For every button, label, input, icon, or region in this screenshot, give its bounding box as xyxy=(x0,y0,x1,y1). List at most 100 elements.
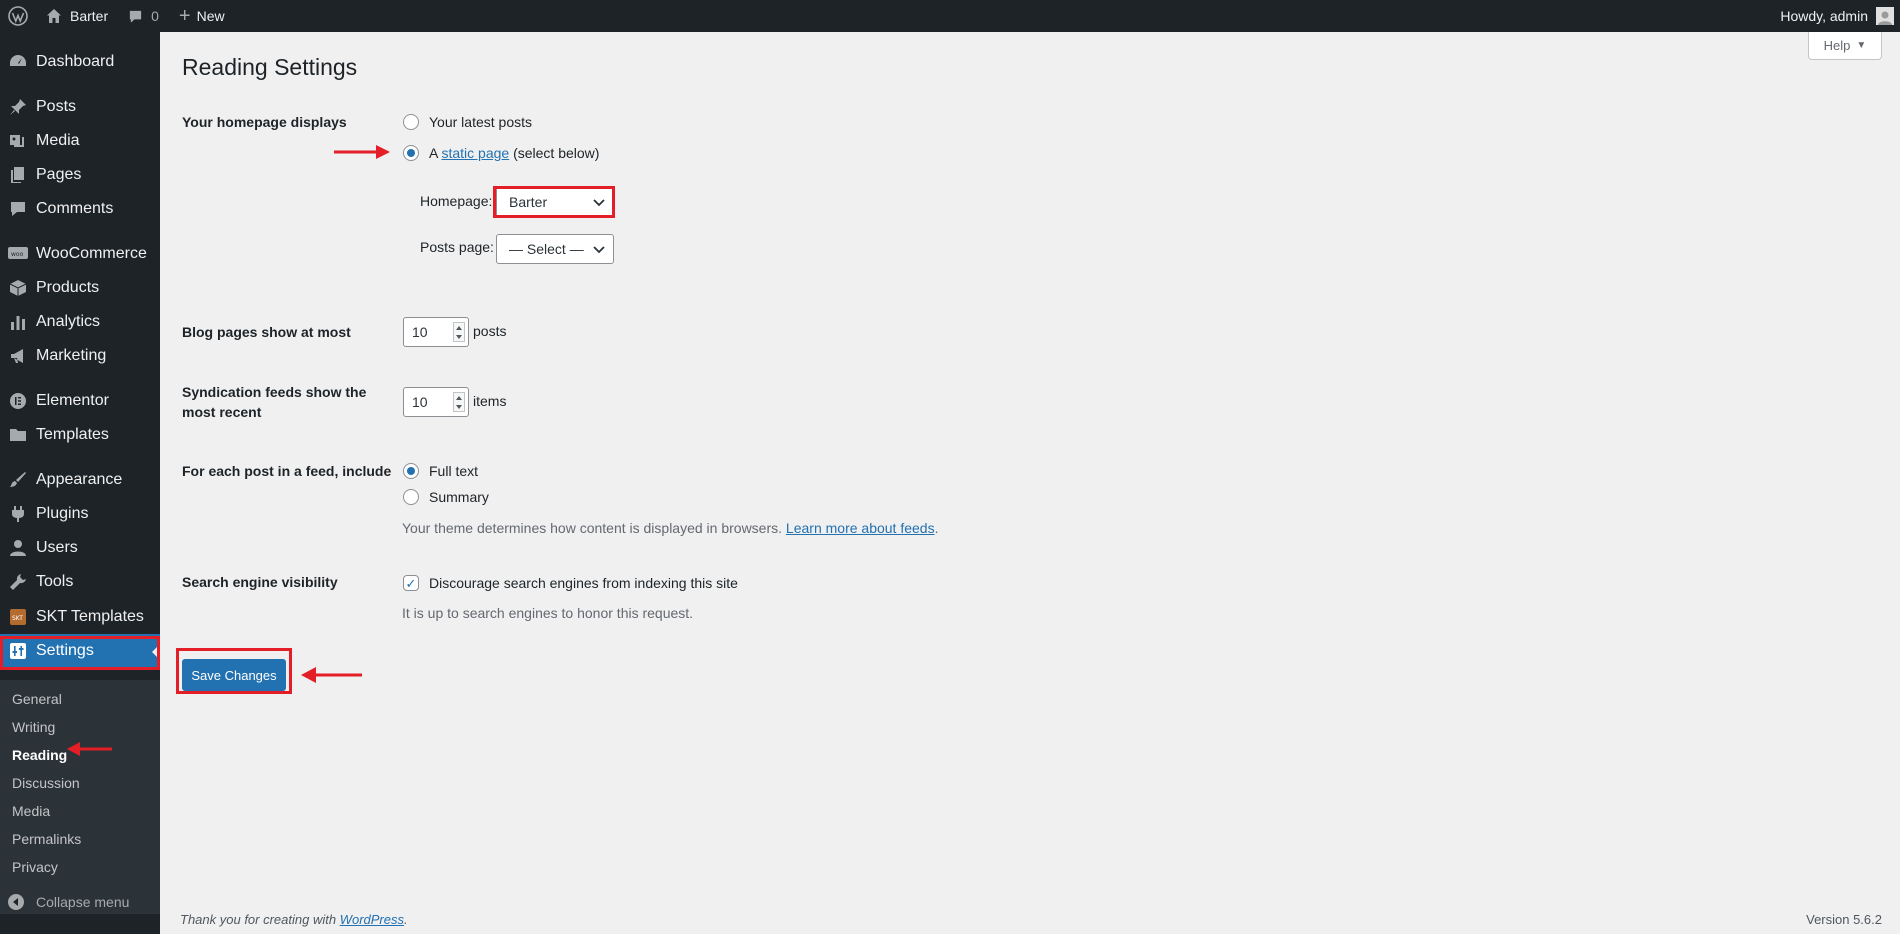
sidebar-item-dashboard[interactable]: Dashboard xyxy=(0,45,160,79)
discourage-search-label: Discourage search engines from indexing … xyxy=(429,575,738,591)
sidebar-item-label: Pages xyxy=(36,166,82,183)
sidebar-item-appearance[interactable]: Appearance xyxy=(0,463,160,497)
posts-page-select[interactable]: — Select — xyxy=(496,234,614,264)
homepage-select-label: Homepage: xyxy=(420,193,493,209)
radio-latest-posts[interactable] xyxy=(403,114,419,130)
full-text-label: Full text xyxy=(429,463,479,479)
settings-highlight-box xyxy=(0,636,160,670)
sidebar-item-tools[interactable]: Tools xyxy=(0,565,160,599)
learn-more-feeds-link[interactable]: Learn more about feeds xyxy=(786,520,935,536)
static-page-label: A static page (select below) xyxy=(429,145,599,161)
sidebar-item-label: Users xyxy=(36,539,78,556)
footer-thanks-period: . xyxy=(404,912,408,927)
posts-page-select-label: Posts page: xyxy=(420,239,494,255)
submenu-item-discussion[interactable]: Discussion xyxy=(12,775,80,791)
sidebar-item-label: Tools xyxy=(36,573,74,590)
syndication-input[interactable]: 10 xyxy=(403,387,469,417)
skt-icon: SKT xyxy=(8,607,28,627)
blog-pages-value: 10 xyxy=(412,324,428,340)
sidebar-item-label: Elementor xyxy=(36,392,109,409)
feed-description-text: Your theme determines how content is dis… xyxy=(402,520,783,536)
collapse-arrow-icon xyxy=(8,894,24,910)
chevron-down-icon xyxy=(593,241,605,257)
submenu-item-writing[interactable]: Writing xyxy=(12,719,55,735)
main-content: Help ▼ Reading Settings Your homepage di… xyxy=(160,32,1900,934)
arrow-to-save-button-icon xyxy=(301,667,362,683)
arrow-to-static-page-icon xyxy=(334,145,390,159)
blog-pages-input[interactable]: 10 xyxy=(403,317,469,347)
feed-description-period: . xyxy=(934,520,939,536)
option-summary[interactable]: Summary xyxy=(403,489,489,505)
discourage-search-option[interactable]: ✓ Discourage search engines from indexin… xyxy=(403,575,738,591)
sidebar-item-plugins[interactable]: Plugins xyxy=(0,497,160,531)
blog-pages-unit: posts xyxy=(473,323,507,339)
sidebar-item-products[interactable]: Products xyxy=(0,271,160,305)
syndication-value: 10 xyxy=(412,394,428,410)
homepage-select-highlight-box xyxy=(493,186,615,218)
radio-static-page[interactable] xyxy=(403,145,419,161)
syndication-label-line2: most recent xyxy=(182,404,262,420)
sidebar-item-posts[interactable]: Posts xyxy=(0,90,160,124)
howdy-text: Howdy, admin xyxy=(1780,8,1868,24)
sidebar-item-marketing[interactable]: Marketing xyxy=(0,339,160,373)
search-visibility-label: Search engine visibility xyxy=(182,574,338,590)
site-name-link[interactable]: Barter xyxy=(36,0,118,32)
submenu-item-general[interactable]: General xyxy=(12,691,62,707)
sidebar-item-users[interactable]: Users xyxy=(0,531,160,565)
sidebar-item-templates[interactable]: Templates xyxy=(0,418,160,452)
feed-include-label: For each post in a feed, include xyxy=(182,463,392,479)
comment-icon xyxy=(128,9,143,24)
new-label: New xyxy=(196,8,225,24)
page-title: Reading Settings xyxy=(182,54,358,80)
radio-summary[interactable] xyxy=(403,489,419,505)
radio-full-text[interactable] xyxy=(403,463,419,479)
syndication-label-line1: Syndication feeds show the xyxy=(182,384,367,400)
sidebar-item-label: Plugins xyxy=(36,505,89,522)
posts-page-select-value: — Select — xyxy=(509,241,584,257)
wordpress-link[interactable]: WordPress xyxy=(340,912,404,927)
sidebar-item-comments[interactable]: Comments xyxy=(0,192,160,226)
footer-thanks-text: Thank you for creating with xyxy=(180,912,337,927)
sidebar-item-pages[interactable]: Pages xyxy=(0,158,160,192)
submenu-item-privacy[interactable]: Privacy xyxy=(12,859,58,875)
home-icon xyxy=(46,8,62,24)
pin-icon xyxy=(8,97,28,117)
plug-icon xyxy=(8,504,28,524)
plus-icon: + xyxy=(178,5,191,27)
sidebar-item-label: SKT Templates xyxy=(36,608,144,625)
woocommerce-icon: woo xyxy=(8,244,28,264)
dashboard-icon xyxy=(8,52,28,72)
static-page-link[interactable]: static page xyxy=(441,145,509,161)
wordpress-logo-icon[interactable] xyxy=(0,0,36,32)
number-spinner-icon[interactable] xyxy=(453,322,465,342)
help-button[interactable]: Help ▼ xyxy=(1808,32,1882,60)
option-full-text[interactable]: Full text xyxy=(403,463,478,479)
discourage-search-checkbox[interactable]: ✓ xyxy=(403,575,419,591)
sidebar-item-analytics[interactable]: Analytics xyxy=(0,305,160,339)
number-spinner-icon[interactable] xyxy=(453,392,465,412)
submenu-item-media[interactable]: Media xyxy=(12,803,50,819)
caret-down-icon: ▼ xyxy=(1856,40,1867,51)
sidebar-item-elementor[interactable]: Elementor xyxy=(0,384,160,418)
option-static-page[interactable]: A static page (select below) xyxy=(403,145,599,161)
new-content-link[interactable]: + New xyxy=(169,0,235,32)
sidebar-item-skt-templates[interactable]: SKT SKT Templates xyxy=(0,600,160,634)
syndication-unit: items xyxy=(473,393,507,409)
option-latest-posts[interactable]: Your latest posts xyxy=(403,114,532,130)
static-suffix: (select below) xyxy=(513,145,600,161)
blog-pages-label: Blog pages show at most xyxy=(182,324,351,340)
syndication-label: Syndication feeds show the most recent xyxy=(182,382,366,422)
collapse-menu-button[interactable]: Collapse menu xyxy=(8,894,129,910)
submenu-item-reading[interactable]: Reading xyxy=(12,747,67,763)
sidebar-item-label: Posts xyxy=(36,98,77,115)
footer-version: Version 5.6.2 xyxy=(1806,912,1882,927)
submenu-item-permalinks[interactable]: Permalinks xyxy=(12,831,81,847)
footer-thanks: Thank you for creating with WordPress. xyxy=(180,912,408,927)
help-label: Help xyxy=(1823,38,1851,53)
comments-link[interactable]: 0 xyxy=(118,0,169,32)
sidebar-item-woocommerce[interactable]: woo WooCommerce xyxy=(0,237,160,271)
sidebar-item-media[interactable]: Media xyxy=(0,124,160,158)
latest-posts-label: Your latest posts xyxy=(429,114,532,130)
box-icon xyxy=(8,278,28,298)
my-account-link[interactable]: Howdy, admin xyxy=(1770,0,1900,32)
